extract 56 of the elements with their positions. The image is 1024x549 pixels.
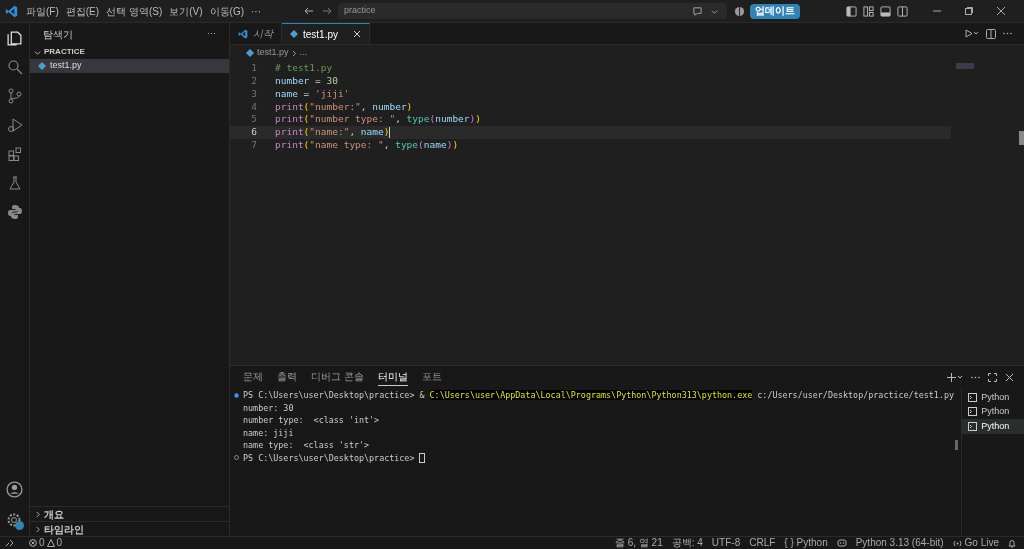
folder-label[interactable]: PRACTICE	[44, 46, 85, 58]
update-button[interactable]: 업데이트	[750, 3, 801, 19]
menu-item[interactable]: 파일(F)	[23, 3, 62, 19]
error-count: 0	[39, 538, 45, 548]
search-text: practice	[344, 4, 376, 18]
breadcrumb-item[interactable]: ...	[299, 46, 308, 60]
terminal-line: PS C:\Users\user\Desktop\practice>	[243, 451, 416, 464]
panel-tab[interactable]: 문제	[243, 368, 263, 386]
warning-count: 0	[56, 538, 63, 548]
line-number: 5	[250, 112, 257, 127]
line-number: 1	[250, 61, 257, 76]
terminal-line: number type: <class 'int'>	[243, 414, 380, 427]
breadcrumb-item[interactable]: test1.py	[257, 46, 289, 60]
file-item[interactable]: test1.py	[30, 59, 229, 73]
status-item[interactable]: UTF-8	[711, 538, 741, 548]
panel-tab[interactable]: 포트	[421, 368, 442, 386]
sidebar-title: 탐색기	[43, 27, 73, 42]
search-field[interactable]: practice	[338, 3, 728, 19]
status-item[interactable]: 줄 6, 열 21	[614, 538, 663, 548]
menu-item[interactable]: 보기(V)	[166, 3, 206, 19]
status-item[interactable]: Go Live	[952, 538, 999, 548]
terminal-line: name type: <class 'str'>	[243, 439, 370, 452]
line-number: 2	[250, 74, 257, 89]
panel-tab[interactable]: 출력	[277, 368, 297, 386]
terminal-list-item[interactable]: Python	[962, 390, 1024, 405]
problems-button[interactable]: 0 0	[29, 538, 63, 548]
terminal-list-item[interactable]: Python	[962, 419, 1024, 434]
menu-item[interactable]: 선택 영역(S)	[103, 3, 166, 19]
line-number: 3	[250, 86, 257, 101]
status-item[interactable]: CRLF	[749, 538, 776, 548]
section-header[interactable]: 개요	[44, 506, 64, 522]
code-line: # test1.py	[275, 61, 333, 76]
section-header[interactable]: 타임라인	[44, 521, 84, 537]
menu-item[interactable]: 편집(E)	[62, 3, 103, 19]
panel-tab[interactable]: 디버그 콘솔	[311, 368, 364, 386]
menu-item[interactable]: 이동(G)	[206, 3, 248, 19]
line-number: 7	[250, 138, 257, 153]
more-actions-button[interactable]: ···	[207, 27, 216, 41]
line-number: 6	[250, 125, 257, 140]
code-line: print("number:", number)	[275, 99, 413, 114]
status-item[interactable]: { } Python	[784, 538, 828, 548]
terminal-list-item[interactable]: Python	[962, 404, 1024, 419]
code-line: print("name type: ", type(name))	[275, 138, 459, 153]
terminal-line: number: 30	[243, 401, 294, 414]
code-line: name = 'jiji'	[275, 86, 350, 101]
terminal-line: name: jiji	[243, 426, 294, 439]
code-line: print("number type: ", type(number))	[275, 112, 481, 127]
status-item[interactable]: 공백: 4	[671, 538, 703, 548]
code-line: print("name:", name)	[275, 125, 390, 140]
code-line: number = 30	[275, 74, 338, 89]
terminal-line: PS C:\Users\user\Desktop\practice> & C:\Users\user\AppData\Local\Programs\Python\Python313\python.exe c:/Users/user/Desktop/practice/test1.py	[243, 389, 954, 402]
status-item[interactable]: Python 3.13 (64-bit)	[855, 538, 944, 548]
editor-tab[interactable]: test1.py	[282, 23, 371, 44]
panel-tab[interactable]: 터미널	[377, 368, 408, 386]
menu-item[interactable]: ···	[248, 3, 265, 19]
line-number: 4	[250, 99, 257, 114]
